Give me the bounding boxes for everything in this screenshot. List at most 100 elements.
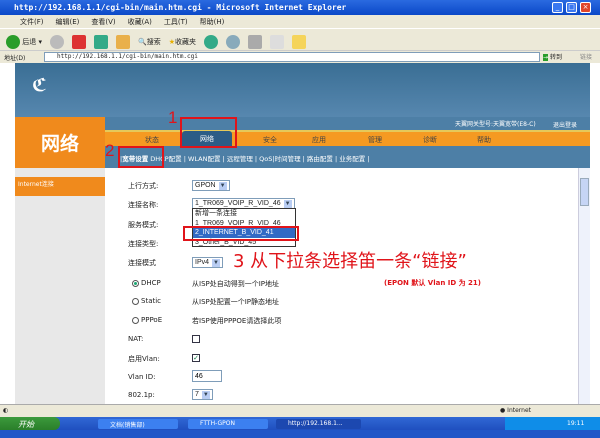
nat-label: NAT:: [128, 335, 144, 343]
tab-security[interactable]: 安全: [263, 135, 277, 145]
pppoe-desc: 若ISP使用PPPOE请选择此项: [192, 317, 282, 325]
search-button[interactable]: 🔍搜索: [138, 37, 161, 47]
back-arrow-icon: [6, 34, 20, 49]
back-label: 后退: [22, 37, 37, 46]
refresh-icon[interactable]: [93, 34, 108, 49]
home-icon[interactable]: [115, 34, 130, 49]
page-icon: ◐: [3, 407, 9, 414]
subnav-service[interactable]: 业务配置: [339, 155, 365, 163]
status-bar: ◐ ● Internet: [0, 404, 600, 417]
tab-diagnose[interactable]: 诊断: [423, 135, 437, 145]
menu-file[interactable]: 文件(F): [20, 18, 44, 26]
chevron-down-icon: ▼: [218, 181, 227, 190]
task-folder-ftth[interactable]: FTTH-GPON: [188, 419, 268, 429]
subnav-routing[interactable]: 路由配置: [307, 155, 333, 163]
address-label: 地址(D): [4, 55, 26, 62]
8021p-value: 7: [195, 391, 199, 398]
vlan-enable-checkbox[interactable]: ✓: [192, 354, 200, 362]
tab-apps[interactable]: 应用: [312, 135, 326, 145]
print-icon[interactable]: [247, 34, 262, 49]
stop-icon[interactable]: [71, 34, 86, 49]
dropdown-option[interactable]: 新增一条连接: [193, 209, 295, 219]
static-desc: 从ISP处配置一个IP静态地址: [192, 298, 280, 306]
annotation-box-broadband: [118, 146, 164, 168]
uplink-select[interactable]: GPON ▼: [192, 180, 230, 191]
dhcp-desc: 从ISP处自动得到一个IP地址: [192, 280, 280, 288]
go-button[interactable]: → 转到: [543, 52, 562, 61]
uplink-label: 上行方式:: [128, 182, 159, 190]
tab-help[interactable]: 帮助: [477, 135, 491, 145]
nat-checkbox[interactable]: [192, 335, 200, 343]
menu-edit[interactable]: 编辑(E): [56, 18, 80, 26]
forward-icon[interactable]: [49, 34, 64, 49]
folder-icon[interactable]: [291, 34, 306, 49]
pppoe-label: PPPoE: [141, 316, 163, 324]
annotation-step3: 3 从下拉条选择笛一条“链接”: [233, 251, 467, 272]
subnav-time[interactable]: 时间管理: [275, 155, 301, 163]
conn-mode-value: IPv4: [195, 259, 210, 266]
annotation-box-network-tab: [180, 117, 237, 148]
tab-manage[interactable]: 管理: [368, 135, 382, 145]
menu-view[interactable]: 查看(V): [91, 18, 115, 26]
vertical-scrollbar[interactable]: [578, 168, 590, 404]
china-telecom-logo: ℭ: [32, 75, 47, 96]
menu-bar: 文件(F) 编辑(E) 查看(V) 收藏(A) 工具(T) 帮助(H): [0, 15, 600, 28]
links-button[interactable]: 链接: [580, 52, 592, 61]
tab-status[interactable]: 状态: [145, 135, 159, 145]
subnav-wlan[interactable]: WLAN配置: [188, 155, 221, 163]
static-radio[interactable]: Static: [132, 297, 161, 305]
clock: 19:11: [567, 420, 585, 427]
mail-icon[interactable]: [225, 34, 240, 49]
dhcp-radio[interactable]: DHCP: [132, 279, 161, 287]
annotation-step2: 2: [105, 141, 115, 160]
menu-help[interactable]: 帮助(H): [200, 18, 225, 26]
zone-indicator: ● Internet: [500, 407, 531, 414]
start-button[interactable]: 开始: [0, 417, 60, 430]
address-input[interactable]: http://192.168.1.1/cgi-bin/main.htm.cgi: [44, 52, 540, 62]
annotation-epon-note: (EPON 默认 Vlan ID 为 21): [384, 279, 481, 287]
radio-checked-icon: [132, 279, 139, 287]
menu-tools[interactable]: 工具(T): [164, 18, 188, 26]
pppoe-radio[interactable]: PPPoE: [132, 316, 162, 324]
8021p-select[interactable]: 7 ▼: [192, 389, 213, 400]
conn-name-label: 连接名称:: [128, 201, 159, 209]
favorites-button[interactable]: ★收藏夹: [169, 37, 196, 47]
radio-icon: [132, 316, 139, 324]
subnav-qos[interactable]: QoS: [259, 155, 272, 163]
logout-link[interactable]: 退出登录: [553, 120, 577, 129]
zone-label: Internet: [507, 407, 531, 414]
subnav-remote[interactable]: 远程管理: [227, 155, 253, 163]
globe-icon: ●: [500, 407, 506, 414]
history-icon[interactable]: [203, 34, 218, 49]
section-title: 网络: [15, 117, 105, 168]
menu-favorites[interactable]: 收藏(A): [128, 18, 152, 26]
task-folder-docs[interactable]: 文档(销售部): [98, 419, 178, 429]
bottom-window-edge: [0, 430, 600, 438]
uplink-value: GPON: [195, 182, 216, 189]
scroll-thumb[interactable]: [580, 178, 589, 206]
conn-mode-label: 连接模式: [128, 259, 156, 267]
main-nav: 状态 安全 应用 管理 诊断 帮助: [105, 130, 590, 146]
chevron-down-icon: ▼: [201, 390, 210, 399]
dhcp-label: DHCP: [141, 279, 161, 287]
close-button[interactable]: ×: [580, 2, 591, 13]
address-url: http://192.168.1.1/cgi-bin/main.htm.cgi: [57, 53, 198, 60]
maximize-button[interactable]: □: [566, 2, 577, 13]
vlan-enable-label: 启用Vlan:: [128, 355, 160, 363]
telecom-swirl-icon: ℭ: [32, 75, 47, 96]
favorites-label: 收藏夹: [174, 37, 196, 46]
task-ie[interactable]: http://192.168.1...: [276, 419, 361, 429]
window-title-bar: http://192.168.1.1/cgi-bin/main.htm.cgi …: [0, 0, 600, 15]
sidebar-item-internet[interactable]: Internet连接: [15, 177, 115, 196]
system-tray: 19:11: [505, 417, 600, 430]
toolbar: 后退 ▾ 🔍搜索 ★收藏夹: [0, 28, 600, 50]
conn-mode-select[interactable]: IPv4 ▼: [192, 257, 224, 268]
minimize-button[interactable]: _: [552, 2, 563, 13]
annotation-box-internet-option: [183, 226, 299, 241]
window-title: http://192.168.1.1/cgi-bin/main.htm.cgi …: [14, 3, 347, 12]
sidebar: [15, 168, 105, 404]
edit-icon[interactable]: [269, 34, 284, 49]
8021p-label: 802.1p:: [128, 391, 155, 399]
vlan-id-input[interactable]: [192, 370, 222, 382]
back-button[interactable]: 后退 ▾: [6, 34, 42, 49]
